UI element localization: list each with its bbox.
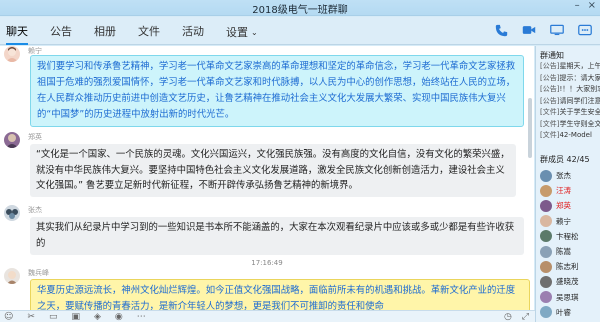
avatar [540, 245, 552, 258]
history-icon[interactable]: ◷ [504, 312, 512, 322]
message-item: 赖宁 我们要学习和传承鲁艺精神，学习老一代革命文艺家崇高的革命理想和坚定的革命信… [4, 46, 532, 128]
avatar [540, 215, 552, 228]
input-toolbar: ☺ ✂ ▭ ▣ ◈ ◉ ⋯ ◷ ⤢ [0, 310, 535, 322]
avatar [540, 260, 552, 273]
close-icon[interactable]: × [588, 0, 596, 11]
message-item: 郑英 “文化是一个国家、一个民族的灵魂。文化兴国运兴，文化强民族强。没有高度的文… [4, 132, 532, 202]
notice-item[interactable]: [文件]关于学生安全 [540, 107, 600, 119]
sender-name: 张杰 [28, 206, 42, 214]
member-item[interactable]: 郑英 [540, 198, 600, 213]
phone-icon[interactable] [494, 23, 508, 37]
toolbar-right-icons: ◷ ⤢ [504, 312, 529, 322]
message-bubble[interactable]: 我们要学习和传承鲁艺精神，学习老一代革命文艺家崇高的革命理想和坚定的革命信念，学… [30, 55, 524, 127]
tab-activity[interactable]: 活动 [182, 23, 204, 45]
toolbar-icons: ☺ ✂ ▭ ▣ ◈ ◉ ⋯ [4, 312, 146, 322]
message-bubble[interactable]: “文化是一个国家、一个民族的灵魂。文化兴国运兴，文化强民族强。没有高度的文化自信… [30, 144, 516, 197]
notice-item[interactable]: [公告]!！！大家别忘 [540, 84, 600, 96]
tab-list: 聊天 公告 相册 文件 活动 设置 ⌄ [6, 23, 258, 45]
avatar [540, 184, 552, 197]
member-item[interactable]: 吴思琪 [540, 290, 600, 305]
image-icon[interactable]: ▣ [71, 312, 80, 322]
screen-share-icon[interactable] [550, 23, 564, 37]
right-panel: 群通知 [公告]星期天，上午8点 [公告]提示：请大家 [公告]!！！大家别忘 … [535, 46, 600, 322]
tab-announcement[interactable]: 公告 [50, 23, 72, 45]
expand-icon[interactable]: ⤢ [522, 312, 529, 322]
message-bubble[interactable]: 华夏历史源远流长，神州文化灿烂辉煌。如今正值文化强国战略，面临前所未有的机遇和挑… [30, 279, 530, 310]
member-item[interactable]: 盛晓茂 [540, 274, 600, 289]
message-timestamp: 17:16:49 [251, 259, 283, 267]
avatar [540, 199, 552, 212]
notice-item[interactable]: [公告]星期天，上午8点 [540, 61, 600, 73]
window-controls: – × [575, 0, 596, 11]
chat-area[interactable]: 赖宁 我们要学习和传承鲁艺精神，学习老一代革命文艺家崇高的革命理想和坚定的革命信… [0, 46, 534, 310]
minimize-icon[interactable]: – [575, 0, 580, 11]
member-list: 张杰 汪涛 郑英 赖宁 卞程松 陈嵩 陈志利 盛晓茂 吴思琪 叶睿 [540, 168, 600, 320]
window-title: 2018级电气一班群聊 [252, 5, 348, 16]
member-item[interactable]: 叶睿 [540, 305, 600, 320]
folder-icon[interactable]: ▭ [49, 312, 58, 322]
message-item: 魏兵峰 华夏历史源远流长，神州文化灿烂辉煌。如今正值文化强国战略，面临前所未有的… [4, 268, 532, 310]
avatar[interactable] [4, 268, 20, 284]
member-item[interactable]: 卞程松 [540, 229, 600, 244]
avatar [540, 291, 552, 304]
message-bubble[interactable]: 其实我们从纪录片中学习到的一些知识是书本所不能涵盖的，大家在本次观看纪录片中应该… [30, 217, 524, 255]
more-icon[interactable]: ⋯ [137, 312, 146, 322]
avatar [540, 275, 552, 288]
video-icon[interactable] [522, 23, 536, 37]
notice-item[interactable]: [文件]42-Model [540, 130, 600, 142]
avatar [540, 306, 552, 319]
tab-chat[interactable]: 聊天 [6, 23, 28, 45]
chat-scrollbar[interactable] [528, 98, 532, 158]
avatar [540, 230, 552, 243]
top-icons [494, 23, 592, 37]
mic-icon[interactable]: ◉ [115, 312, 123, 322]
avatar [540, 169, 552, 182]
more-icon[interactable] [578, 23, 592, 37]
sender-name: 魏兵峰 [28, 269, 49, 277]
gift-icon[interactable]: ◈ [94, 312, 101, 322]
emoji-icon[interactable]: ☺ [4, 312, 13, 322]
notice-item[interactable]: [公告]请同学们注意 [540, 96, 600, 108]
tab-bar: 聊天 公告 相册 文件 活动 设置 ⌄ [0, 17, 600, 45]
member-item[interactable]: 汪涛 [540, 183, 600, 198]
tab-album[interactable]: 相册 [94, 23, 116, 45]
notice-heading: 群通知 [540, 51, 564, 60]
avatar[interactable] [4, 46, 20, 62]
sender-name: 郑英 [28, 133, 42, 141]
member-item[interactable]: 陈嵩 [540, 244, 600, 259]
tab-files[interactable]: 文件 [138, 23, 160, 45]
scissors-icon[interactable]: ✂ [27, 312, 35, 322]
tab-settings[interactable]: 设置 ⌄ [226, 23, 258, 45]
notice-item[interactable]: [文件]学生守则全文 [540, 119, 600, 131]
member-item[interactable]: 张杰 [540, 168, 600, 183]
notice-list: [公告]星期天，上午8点 [公告]提示：请大家 [公告]!！！大家别忘 [公告]… [540, 61, 600, 142]
tab-settings-label: 设置 [226, 26, 248, 39]
avatar[interactable] [4, 132, 20, 148]
notice-item[interactable]: [公告]提示：请大家 [540, 73, 600, 85]
title-bar: 2018级电气一班群聊 – × [0, 0, 600, 16]
message-item: 张杰 其实我们从纪录片中学习到的一些知识是书本所不能涵盖的，大家在本次观看纪录片… [4, 205, 532, 255]
chevron-down-icon: ⌄ [251, 27, 258, 37]
members-heading: 群成员 42/45 [540, 155, 590, 164]
member-item[interactable]: 赖宁 [540, 214, 600, 229]
member-item[interactable]: 陈志利 [540, 259, 600, 274]
avatar[interactable] [4, 205, 20, 221]
